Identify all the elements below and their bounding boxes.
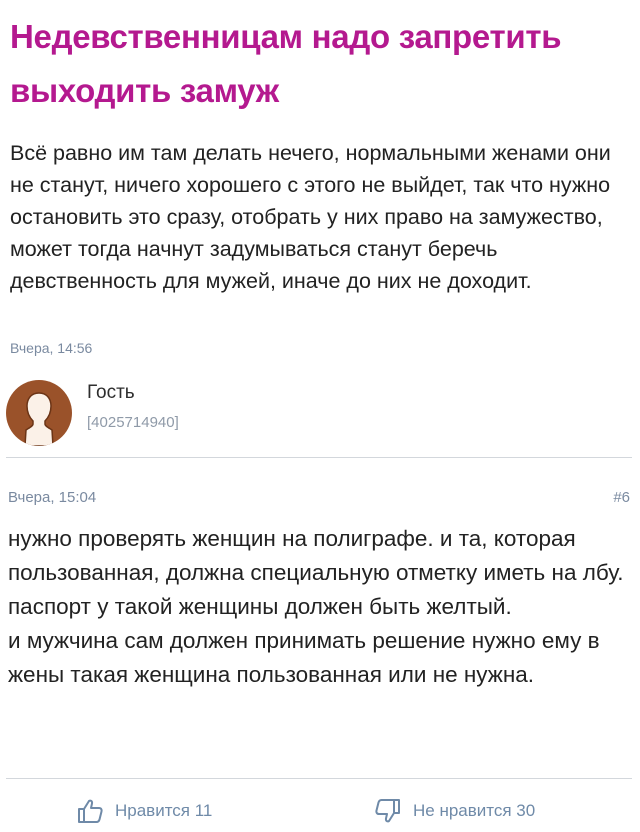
page: Недевственницам надо запретить выходить … (0, 0, 640, 832)
comment-timestamp: Вчера, 15:04 (8, 489, 97, 506)
post-timestamp: Вчера, 14:56 (10, 340, 93, 356)
dislike-button[interactable]: Не нравится 30 (374, 796, 535, 826)
post-title: Недевственницам надо запретить выходить … (10, 18, 562, 109)
like-label: Нравится 11 (115, 801, 213, 820)
author-block[interactable]: Гость [4025714940] (6, 378, 606, 448)
comment-number[interactable]: #6 (613, 489, 630, 506)
comment-text: нужно проверять женщин на полиграфе. и т… (8, 526, 624, 687)
dislike-label: Не нравится 30 (413, 801, 536, 820)
thumbs-up-icon (78, 799, 103, 823)
author-name[interactable]: Гость (87, 382, 135, 404)
divider (6, 778, 632, 779)
like-button[interactable]: Нравится 11 (76, 796, 212, 826)
thumbs-down-icon (375, 799, 400, 823)
user-silhouette-icon (24, 392, 54, 446)
post-body: Всё равно им там делать нечего, нормальн… (10, 141, 611, 293)
divider (6, 457, 632, 458)
avatar[interactable] (6, 380, 72, 446)
author-id: [4025714940] (87, 414, 179, 431)
